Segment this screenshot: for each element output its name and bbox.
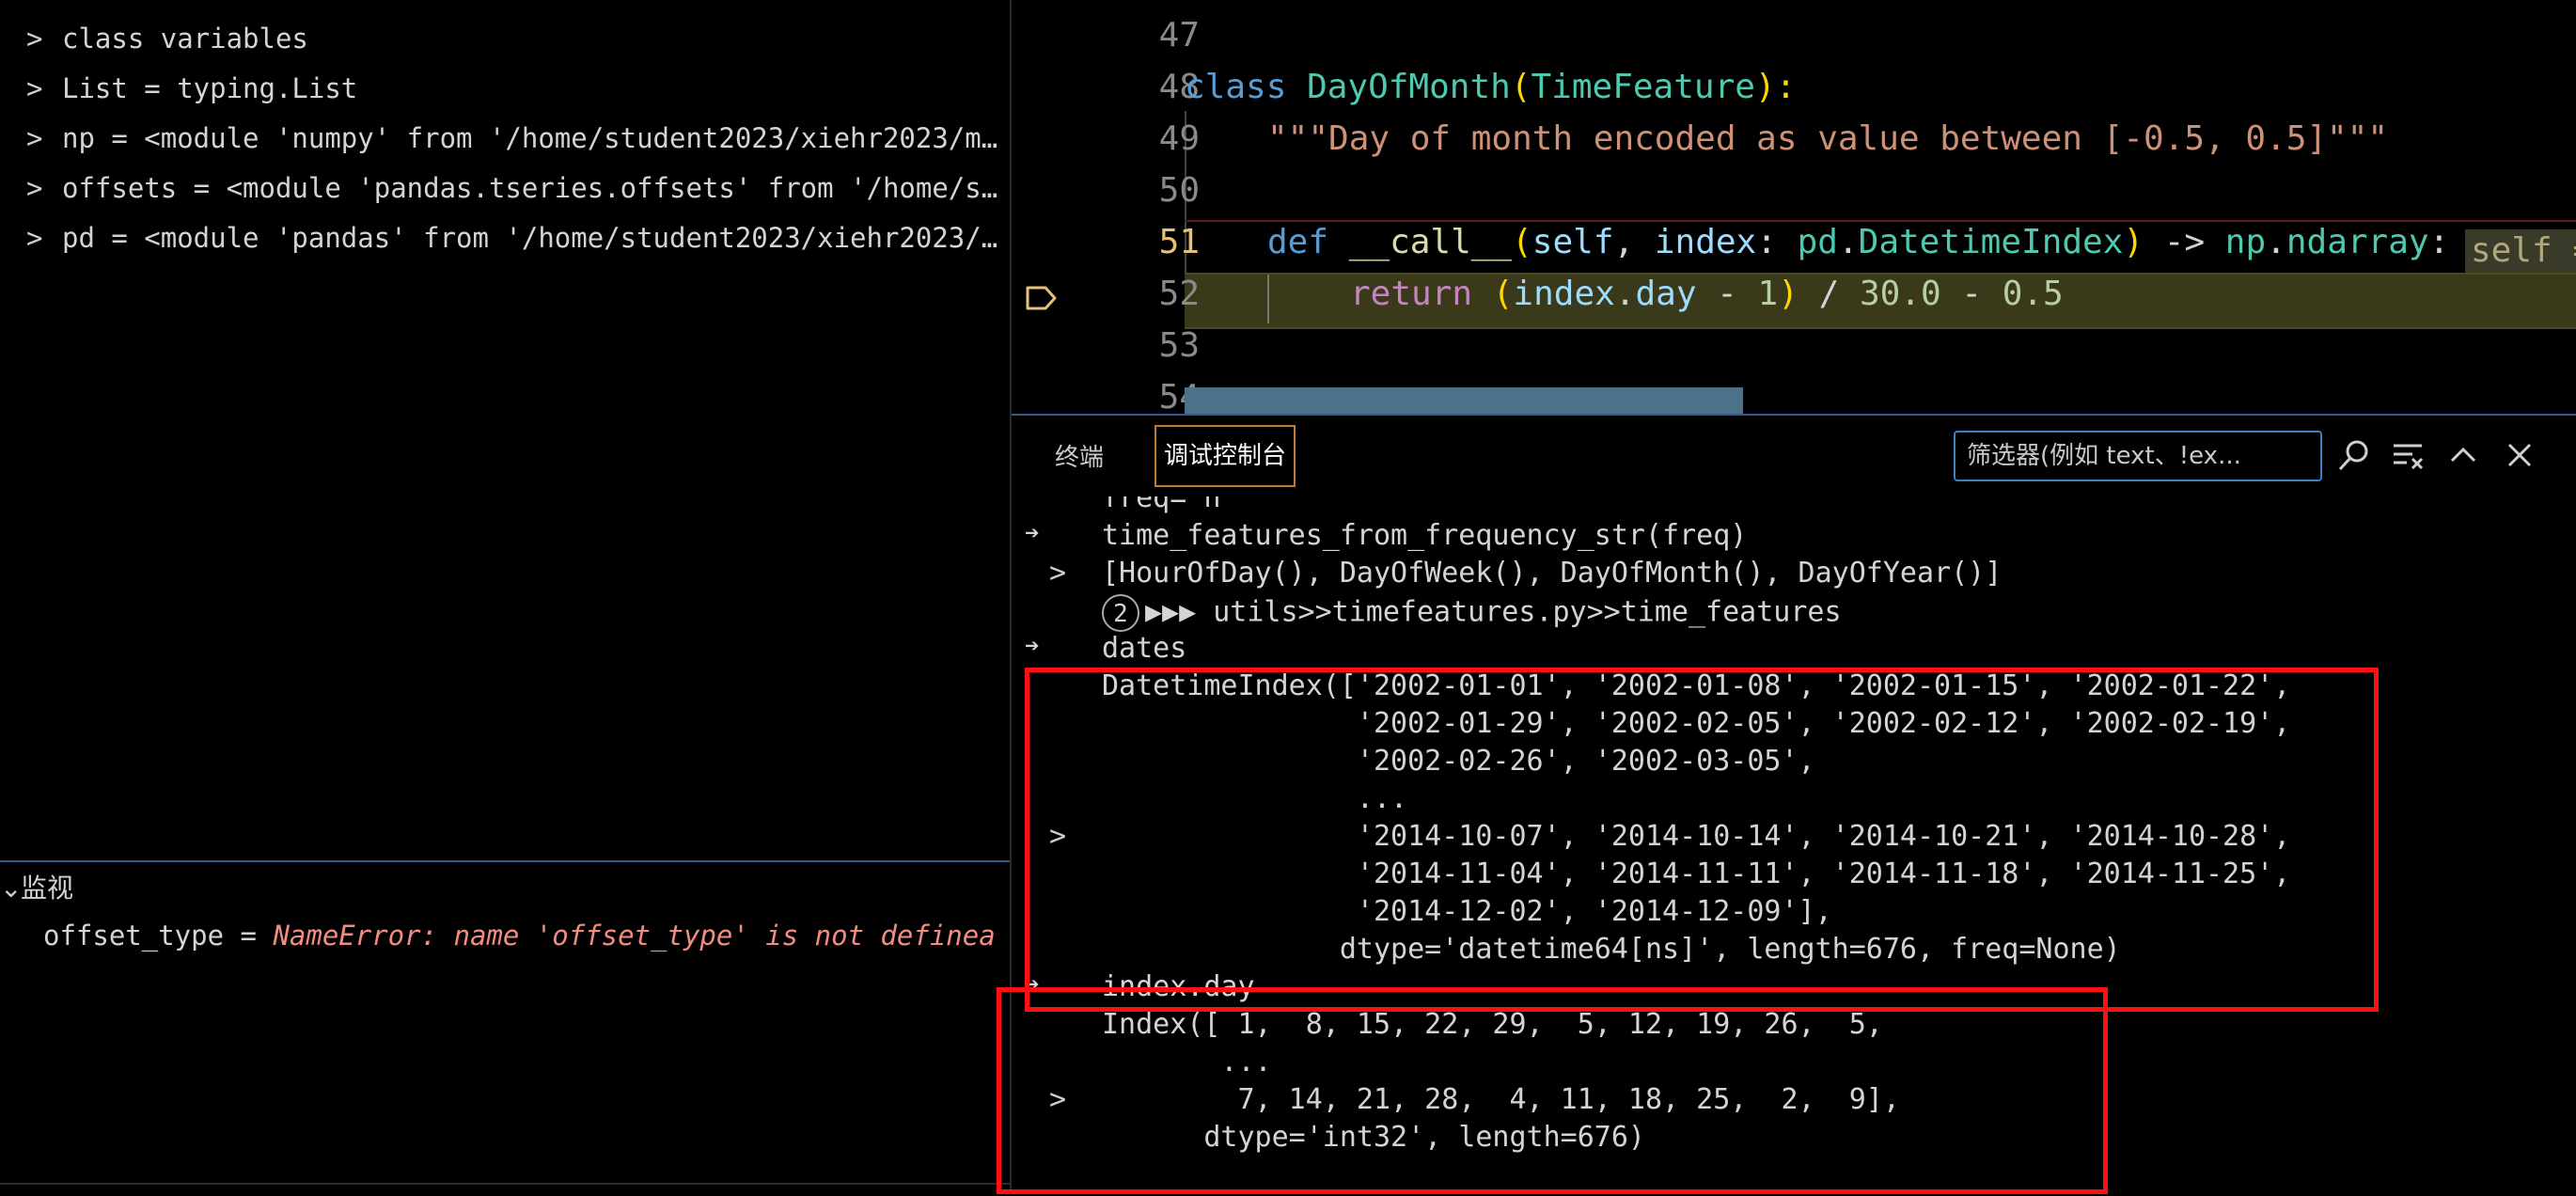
line-number: 54	[1158, 378, 1200, 414]
close-icon[interactable]	[2501, 436, 2538, 474]
watch-item-error: NameError: name 'offset_type' is not def…	[273, 920, 996, 952]
console-output: [HourOfDay(), DayOfWeek(), DayOfMonth(),…	[1102, 557, 2003, 590]
variable-row[interactable]: > class variables	[26, 15, 1004, 62]
horizontal-scrollbar[interactable]	[1185, 387, 1743, 414]
input-arrow-icon: ➔	[1025, 632, 1040, 660]
line-number: 50	[1158, 171, 1200, 210]
console-input: dates	[1102, 632, 1187, 665]
watch-header[interactable]: ⌄监视	[0, 867, 73, 910]
chevron-down-icon[interactable]: ⌄	[0, 867, 22, 910]
line-number: 51	[1158, 223, 1200, 261]
code-line-52: return (index.day - 1) / 30.0 - 0.5	[1350, 275, 2064, 313]
watch-title: 监视	[21, 873, 74, 904]
filter-input[interactable]	[1954, 431, 2322, 481]
console-stack-line: 2 ▶▶▶ utils>>timefeatures.py>>time_featur…	[1102, 594, 1842, 632]
line-number: 52	[1158, 275, 1200, 313]
chevron-right-icon[interactable]: >	[26, 15, 62, 62]
divider	[0, 1183, 1010, 1185]
debug-pointer-icon[interactable]	[1025, 285, 1059, 311]
chevron-right-icon[interactable]: >	[1049, 557, 1066, 590]
line-number: 53	[1158, 326, 1200, 365]
clear-console-icon[interactable]	[2390, 436, 2427, 474]
line-number: 47	[1158, 16, 1200, 55]
tab-terminal[interactable]: 终端	[1055, 436, 1104, 480]
chevron-right-icon[interactable]: >	[26, 214, 62, 261]
variable-row[interactable]: > pd = <module 'pandas' from '/home/stude…	[26, 214, 1004, 261]
indent-guide	[1267, 275, 1269, 323]
variable-row[interactable]: > np = <module 'numpy' from '/home/studen…	[26, 115, 1004, 162]
search-icon[interactable]	[2335, 436, 2373, 474]
variables-panel: > class variables > List = typing.List > np…	[0, 0, 1010, 1194]
watch-item-name: offset_type =	[43, 920, 257, 952]
code-editor[interactable]: 47 48 49 50 51 52 53 54 class DayOfMonth…	[1012, 0, 2576, 414]
code-line-48: class DayOfMonth(TimeFeature):	[1185, 68, 1797, 106]
variable-row[interactable]: > List = typing.List	[26, 65, 1004, 112]
watch-item[interactable]: offset_type = NameError: name 'offset_ty…	[43, 914, 1002, 957]
annotation-box	[997, 987, 2108, 1194]
tab-debug-console[interactable]: 调试控制台	[1154, 425, 1296, 487]
code-line-51: def __call__(self, index: pd.DatetimeInd…	[1267, 223, 2450, 261]
chevron-right-icon[interactable]: >	[26, 115, 62, 162]
chevron-right-icon[interactable]: >	[26, 165, 62, 212]
console-line: freq='h'	[1102, 496, 1238, 514]
input-arrow-icon: ➔	[1025, 519, 1040, 547]
maximize-panel-icon[interactable]	[2444, 436, 2482, 474]
repeat-count-badge: 2	[1102, 594, 1139, 632]
inline-value-hint: self =	[2465, 229, 2576, 273]
code-line-49: """Day of month encoded as value between…	[1267, 119, 2389, 158]
line-border	[1185, 220, 2576, 222]
line-number: 48	[1158, 68, 1200, 106]
variable-row[interactable]: > offsets = <module 'pandas.tseries.offse…	[26, 165, 1004, 212]
line-number: 49	[1158, 119, 1200, 158]
chevron-right-icon[interactable]: >	[26, 65, 62, 112]
annotation-box	[1025, 668, 2379, 1012]
console-input: time_features_from_frequency_str(freq)	[1102, 519, 1748, 552]
watch-separator	[0, 860, 1010, 862]
